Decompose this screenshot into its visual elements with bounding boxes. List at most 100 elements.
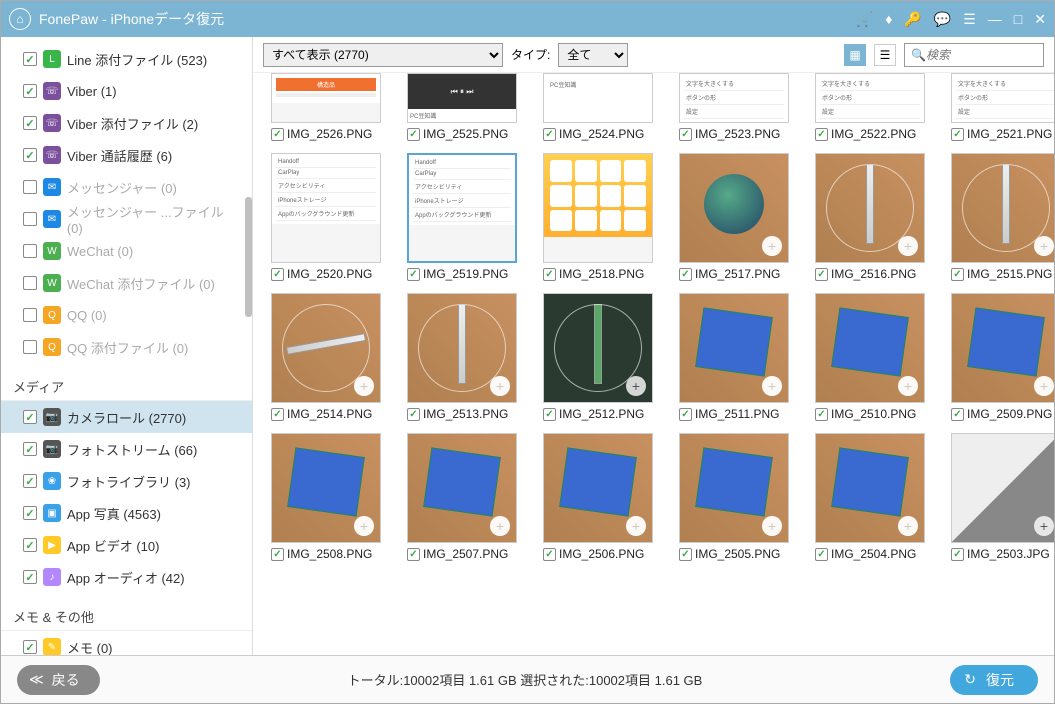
chat-icon[interactable]: 💬 xyxy=(934,11,951,28)
thumbnail-item[interactable]: + IMG_2517.PNG xyxy=(679,153,789,285)
checkbox[interactable] xyxy=(407,128,420,141)
checkbox[interactable] xyxy=(951,548,964,561)
sidebar-item[interactable]: ▣ App 写真 (4563) xyxy=(1,497,252,529)
checkbox[interactable] xyxy=(23,538,37,552)
search-box[interactable]: 🔍 xyxy=(904,43,1044,67)
sidebar-scrollbar[interactable] xyxy=(245,197,252,317)
checkbox[interactable] xyxy=(271,548,284,561)
sidebar-item[interactable]: 📷 カメラロール (2770) xyxy=(1,401,252,433)
thumbnail-image[interactable]: + xyxy=(951,153,1054,263)
thumbnail-item[interactable]: PC豆知識 IMG_2524.PNG xyxy=(543,73,653,145)
filter-select[interactable]: すべて表示 (2770) xyxy=(263,43,503,67)
checkbox[interactable] xyxy=(23,340,37,354)
checkbox[interactable] xyxy=(23,474,37,488)
thumbnail-image[interactable]: + xyxy=(271,293,381,403)
checkbox[interactable] xyxy=(23,212,37,226)
minimize-icon[interactable]: — xyxy=(988,11,1002,27)
thumbnail-item[interactable]: + IMG_2511.PNG xyxy=(679,293,789,425)
recover-button[interactable]: ↻ 復元 xyxy=(950,665,1038,695)
checkbox[interactable] xyxy=(679,268,692,281)
checkbox[interactable] xyxy=(951,268,964,281)
thumbnail-image[interactable]: PC豆知識 xyxy=(543,73,653,123)
thumbnail-image[interactable]: 文字を大きくするボタンの形設定 xyxy=(679,73,789,123)
checkbox[interactable] xyxy=(815,128,828,141)
thumbnail-image[interactable] xyxy=(543,153,653,263)
sidebar-item[interactable]: ☏ Viber 通話履歴 (6) xyxy=(1,139,252,171)
list-view-button[interactable]: ☰ xyxy=(874,44,896,66)
thumbnail-item[interactable]: + IMG_2516.PNG xyxy=(815,153,925,285)
checkbox[interactable] xyxy=(23,116,37,130)
checkbox[interactable] xyxy=(23,276,37,290)
checkbox[interactable] xyxy=(271,268,284,281)
sidebar-item[interactable]: ❀ フォトライブラリ (3) xyxy=(1,465,252,497)
checkbox[interactable] xyxy=(679,548,692,561)
thumbnail-image[interactable]: HandoffCarPlayアクセシビリティiPhoneストレージAppのバック… xyxy=(271,153,381,263)
thumbnail-item[interactable]: + IMG_2513.PNG xyxy=(407,293,517,425)
thumbnail-image[interactable]: + xyxy=(271,433,381,543)
thumbnail-image[interactable]: HandoffCarPlayアクセシビリティiPhoneストレージAppのバック… xyxy=(407,153,517,263)
checkbox[interactable] xyxy=(23,570,37,584)
thumbnail-image[interactable]: 構造品 xyxy=(271,73,381,123)
sidebar-item[interactable]: ☏ Viber 添付ファイル (2) xyxy=(1,107,252,139)
checkbox[interactable] xyxy=(23,308,37,322)
thumbnail-item[interactable]: + IMG_2506.PNG xyxy=(543,433,653,565)
checkbox[interactable] xyxy=(951,128,964,141)
checkbox[interactable] xyxy=(543,128,556,141)
thumbnail-image[interactable]: + xyxy=(815,293,925,403)
menu-icon[interactable]: ☰ xyxy=(963,11,976,28)
thumbnail-item[interactable]: + IMG_2509.PNG xyxy=(951,293,1054,425)
thumbnail-image[interactable]: + xyxy=(543,433,653,543)
sidebar-item[interactable]: ♪ App オーディオ (42) xyxy=(1,561,252,593)
thumbnail-item[interactable]: + IMG_2504.PNG xyxy=(815,433,925,565)
sidebar-item[interactable]: L Line 添付ファイル (523) xyxy=(1,43,252,75)
checkbox[interactable] xyxy=(23,410,37,424)
thumbnail-item[interactable]: 文字を大きくするボタンの形設定 IMG_2521.PNG xyxy=(951,73,1054,145)
thumbnail-image[interactable]: + xyxy=(815,433,925,543)
thumbnail-image[interactable]: 文字を大きくするボタンの形設定 xyxy=(951,73,1054,123)
thumbnail-image[interactable]: + xyxy=(679,293,789,403)
thumbnail-item[interactable]: + IMG_2507.PNG xyxy=(407,433,517,565)
checkbox[interactable] xyxy=(23,52,37,66)
checkbox[interactable] xyxy=(679,408,692,421)
thumbnail-image[interactable]: + xyxy=(951,433,1054,543)
checkbox[interactable] xyxy=(23,84,37,98)
checkbox[interactable] xyxy=(815,268,828,281)
thumbnail-image[interactable]: + xyxy=(679,433,789,543)
checkbox[interactable] xyxy=(23,180,37,194)
thumbnail-item[interactable]: + IMG_2505.PNG xyxy=(679,433,789,565)
sidebar-item[interactable]: 📷 フォトストリーム (66) xyxy=(1,433,252,465)
thumbnail-image[interactable]: + xyxy=(407,293,517,403)
thumbnail-item[interactable]: HandoffCarPlayアクセシビリティiPhoneストレージAppのバック… xyxy=(271,153,381,285)
checkbox[interactable] xyxy=(23,442,37,456)
checkbox[interactable] xyxy=(543,268,556,281)
thumbnail-image[interactable]: 文字を大きくするボタンの形設定 xyxy=(815,73,925,123)
checkbox[interactable] xyxy=(407,268,420,281)
thumbnail-item[interactable]: + IMG_2515.PNG xyxy=(951,153,1054,285)
thumbnail-image[interactable]: + xyxy=(543,293,653,403)
thumbnail-image[interactable]: + xyxy=(679,153,789,263)
checkbox[interactable] xyxy=(23,244,37,258)
checkbox[interactable] xyxy=(23,506,37,520)
sidebar-item[interactable]: ☏ Viber (1) xyxy=(1,75,252,107)
cart-icon[interactable]: 🛒 xyxy=(856,11,873,28)
thumbnail-image[interactable]: + xyxy=(815,153,925,263)
key-icon[interactable]: 🔑 xyxy=(904,11,921,28)
thumbnail-item[interactable]: ⏮ ⏸ ⏭PC豆知識 IMG_2525.PNG xyxy=(407,73,517,145)
diamond-icon[interactable]: ♦ xyxy=(885,11,892,27)
thumbnail-item[interactable]: 文字を大きくするボタンの形設定 IMG_2522.PNG xyxy=(815,73,925,145)
thumbnail-item[interactable]: + IMG_2503.JPG xyxy=(951,433,1054,565)
checkbox[interactable] xyxy=(271,408,284,421)
thumbnail-item[interactable]: HandoffCarPlayアクセシビリティiPhoneストレージAppのバック… xyxy=(407,153,517,285)
thumbnail-item[interactable]: 文字を大きくするボタンの形設定 IMG_2523.PNG xyxy=(679,73,789,145)
checkbox[interactable] xyxy=(543,408,556,421)
maximize-icon[interactable]: □ xyxy=(1014,11,1022,27)
checkbox[interactable] xyxy=(407,408,420,421)
grid-view-button[interactable]: ▦ xyxy=(844,44,866,66)
checkbox[interactable] xyxy=(951,408,964,421)
checkbox[interactable] xyxy=(679,128,692,141)
checkbox[interactable] xyxy=(407,548,420,561)
type-select[interactable]: 全て xyxy=(558,43,628,67)
back-button[interactable]: ≪ 戻る xyxy=(17,665,100,695)
checkbox[interactable] xyxy=(23,148,37,162)
thumbnail-image[interactable]: + xyxy=(407,433,517,543)
